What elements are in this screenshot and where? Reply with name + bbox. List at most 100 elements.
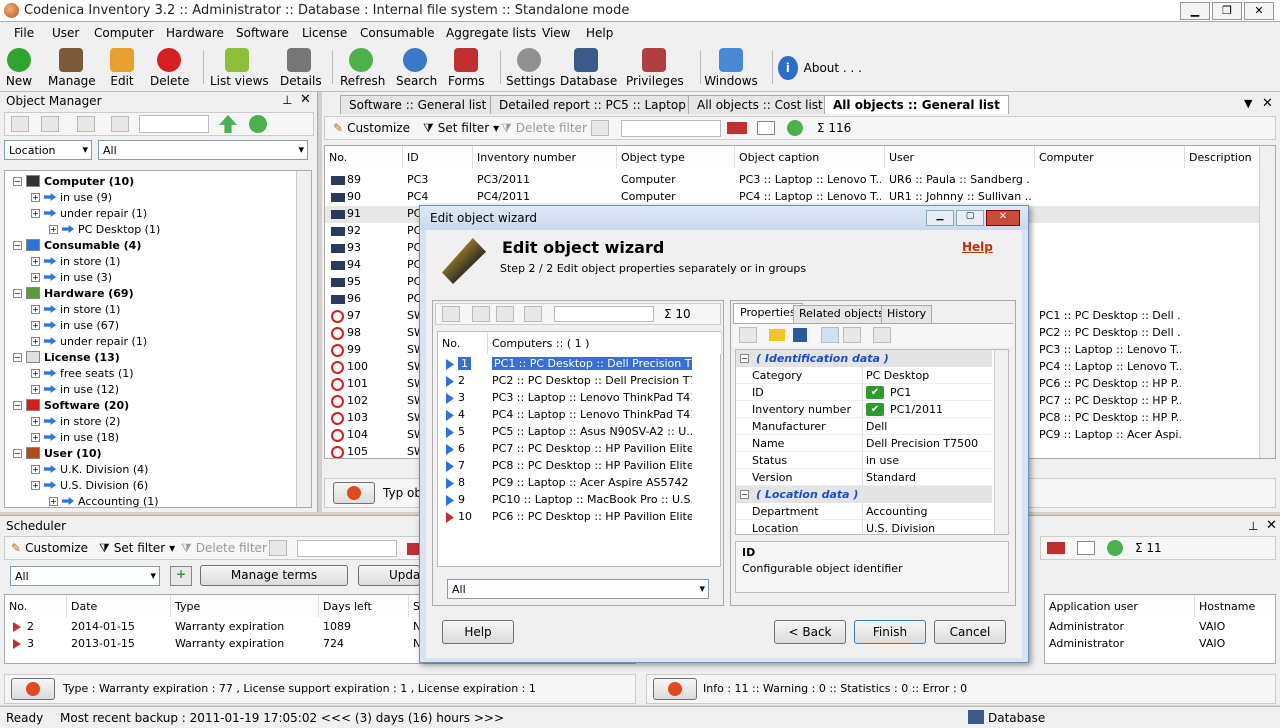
grid-header-2[interactable]: Inventory number — [473, 146, 617, 168]
manage-button[interactable]: Manage — [48, 48, 96, 88]
tree-node[interactable]: + Accounting (1) — [49, 493, 159, 507]
xml-icon[interactable] — [757, 121, 775, 135]
log-header-1[interactable]: Hostname — [1195, 595, 1275, 617]
log-row[interactable]: Administrator VAIO — [1045, 636, 1275, 653]
print-icon[interactable] — [727, 122, 747, 134]
menu-computer[interactable]: Computer — [94, 26, 154, 40]
tab-close-icon[interactable]: ✕ — [1262, 96, 1273, 111]
tree-search-input[interactable] — [139, 115, 209, 133]
list-item[interactable]: 1 PC1 :: PC Desktop :: Dell Precision T7.… — [438, 356, 722, 373]
search-icon[interactable] — [591, 120, 609, 136]
tree-node[interactable]: + in use (9) — [31, 189, 112, 205]
tree-node[interactable]: + in store (2) — [31, 413, 120, 429]
menu-file[interactable]: File — [14, 26, 34, 40]
dialog-help-button[interactable]: Help — [442, 620, 514, 644]
finish-button[interactable]: Finish — [854, 620, 926, 644]
pin-icon[interactable]: ⊥ — [282, 93, 292, 107]
tree-node[interactable]: + in use (18) — [31, 429, 119, 445]
update-button[interactable]: Update — [358, 565, 432, 586]
settings-button[interactable]: Settings — [506, 48, 555, 88]
tab-dropdown-icon[interactable]: ▼ — [1244, 97, 1252, 110]
property-value[interactable]: Accounting — [866, 505, 927, 518]
database-button[interactable]: Database — [560, 48, 617, 88]
edit-button[interactable]: Edit — [108, 48, 136, 88]
menu-help[interactable]: Help — [586, 26, 613, 40]
property-row[interactable]: Name Dell Precision T7500 — [736, 435, 992, 452]
tree-scrollbar[interactable] — [296, 171, 311, 507]
property-value[interactable]: PC1/2011 — [890, 403, 943, 416]
expand-icon[interactable]: − — [13, 448, 22, 458]
manage-terms-button[interactable]: Manage terms — [200, 565, 348, 586]
refresh-icon[interactable] — [1107, 540, 1123, 556]
add-term-button[interactable]: + — [170, 566, 192, 586]
property-row[interactable]: Category PC Desktop — [736, 367, 992, 384]
tree-node[interactable]: − Consumable (4) — [13, 237, 141, 253]
tools-icon[interactable] — [442, 306, 460, 322]
footer-button[interactable] — [333, 482, 375, 504]
grid-header-3[interactable]: Object type — [617, 146, 735, 168]
grid-header-0[interactable]: No. — [325, 146, 403, 168]
tree-node[interactable]: − Hardware (69) — [13, 285, 134, 301]
up-arrow-icon[interactable] — [219, 115, 237, 133]
property-row[interactable]: Inventory number ✔ PC1/2011 — [736, 401, 992, 418]
expand-icon[interactable]: − — [13, 288, 22, 298]
scheduler-header-3[interactable]: Days left — [319, 595, 409, 617]
scheduler-filter-select[interactable]: All — [10, 566, 160, 586]
new-button[interactable]: New — [4, 48, 34, 88]
list-item[interactable]: 9 PC10 :: Laptop :: MacBook Pro :: U.S...… — [438, 492, 722, 509]
tree-node[interactable]: + under repair (1) — [31, 205, 147, 221]
sort-icon[interactable] — [77, 116, 95, 132]
tab-cost-list[interactable]: All objects :: Cost list — [688, 95, 832, 114]
property-value[interactable]: PC1 — [890, 386, 911, 399]
set-filter-button[interactable]: ⧩ Set filter ▾ — [423, 121, 499, 136]
expand-icon[interactable]: + — [31, 192, 40, 202]
property-value[interactable]: in use — [866, 454, 899, 467]
tree-node[interactable]: − Software (20) — [13, 397, 129, 413]
tree-node[interactable]: + U.K. Division (4) — [31, 461, 148, 477]
dialog-help-link[interactable]: Help — [962, 240, 993, 254]
expand-icon[interactable]: − — [13, 240, 22, 250]
expand-icon[interactable]: + — [31, 480, 40, 490]
refresh-button[interactable]: Refresh — [340, 48, 385, 88]
log-row[interactable]: Administrator VAIO — [1045, 619, 1275, 636]
location-select[interactable]: Location — [4, 140, 92, 160]
list-search-input[interactable] — [621, 120, 721, 137]
tab-history[interactable]: History — [881, 305, 933, 323]
expand-icon[interactable]: + — [31, 384, 40, 394]
menu-license[interactable]: License — [302, 26, 347, 40]
scheduler-header-0[interactable]: No. — [5, 595, 67, 617]
tree-node[interactable]: + in store (1) — [31, 253, 120, 269]
property-row[interactable]: Location U.S. Division — [736, 520, 992, 537]
property-value[interactable]: PC Desktop — [866, 369, 929, 382]
group-view-icon[interactable] — [821, 327, 839, 343]
expand-icon[interactable]: + — [49, 496, 58, 506]
dialog-maximize-button[interactable]: ▢ — [956, 210, 984, 226]
tab-related-objects[interactable]: Related objects — [793, 305, 890, 323]
collapse-icon[interactable]: − — [740, 490, 749, 499]
pin-icon[interactable]: ⊥ — [1248, 519, 1258, 533]
property-row[interactable]: Version Standard — [736, 469, 992, 486]
expand-icon[interactable]: − — [13, 352, 22, 362]
table-row[interactable]: 89 PC3 PC3/2011 Computer PC3 :: Laptop :: Le… — [325, 172, 1275, 189]
tree-node[interactable]: + PC Desktop (1) — [49, 221, 160, 237]
delete-filter-icon[interactable] — [496, 306, 514, 322]
menu-software[interactable]: Software — [236, 26, 289, 40]
tree-node[interactable]: + in use (12) — [31, 381, 119, 397]
xml-icon[interactable] — [1077, 541, 1095, 555]
refresh-icon[interactable] — [787, 120, 803, 136]
restore-button[interactable]: ❐ — [1212, 2, 1242, 20]
grid-header-5[interactable]: User — [885, 146, 1035, 168]
scheduler-header-1[interactable]: Date — [67, 595, 171, 617]
tools-icon[interactable] — [11, 116, 29, 132]
tree-node[interactable]: + in use (3) — [31, 269, 112, 285]
expand-icon[interactable]: + — [31, 304, 40, 314]
list-header-no[interactable]: No. — [438, 332, 488, 354]
expand-icon[interactable]: − — [13, 176, 22, 186]
tree-node[interactable]: + under repair (1) — [31, 333, 147, 349]
sort-icon[interactable] — [843, 327, 861, 343]
tree-node[interactable]: − License (13) — [13, 349, 120, 365]
grid-header-4[interactable]: Object caption — [735, 146, 885, 168]
folder-icon[interactable] — [769, 329, 785, 341]
expand-icon[interactable]: + — [31, 464, 40, 474]
scheduler-search-input[interactable] — [297, 540, 397, 557]
